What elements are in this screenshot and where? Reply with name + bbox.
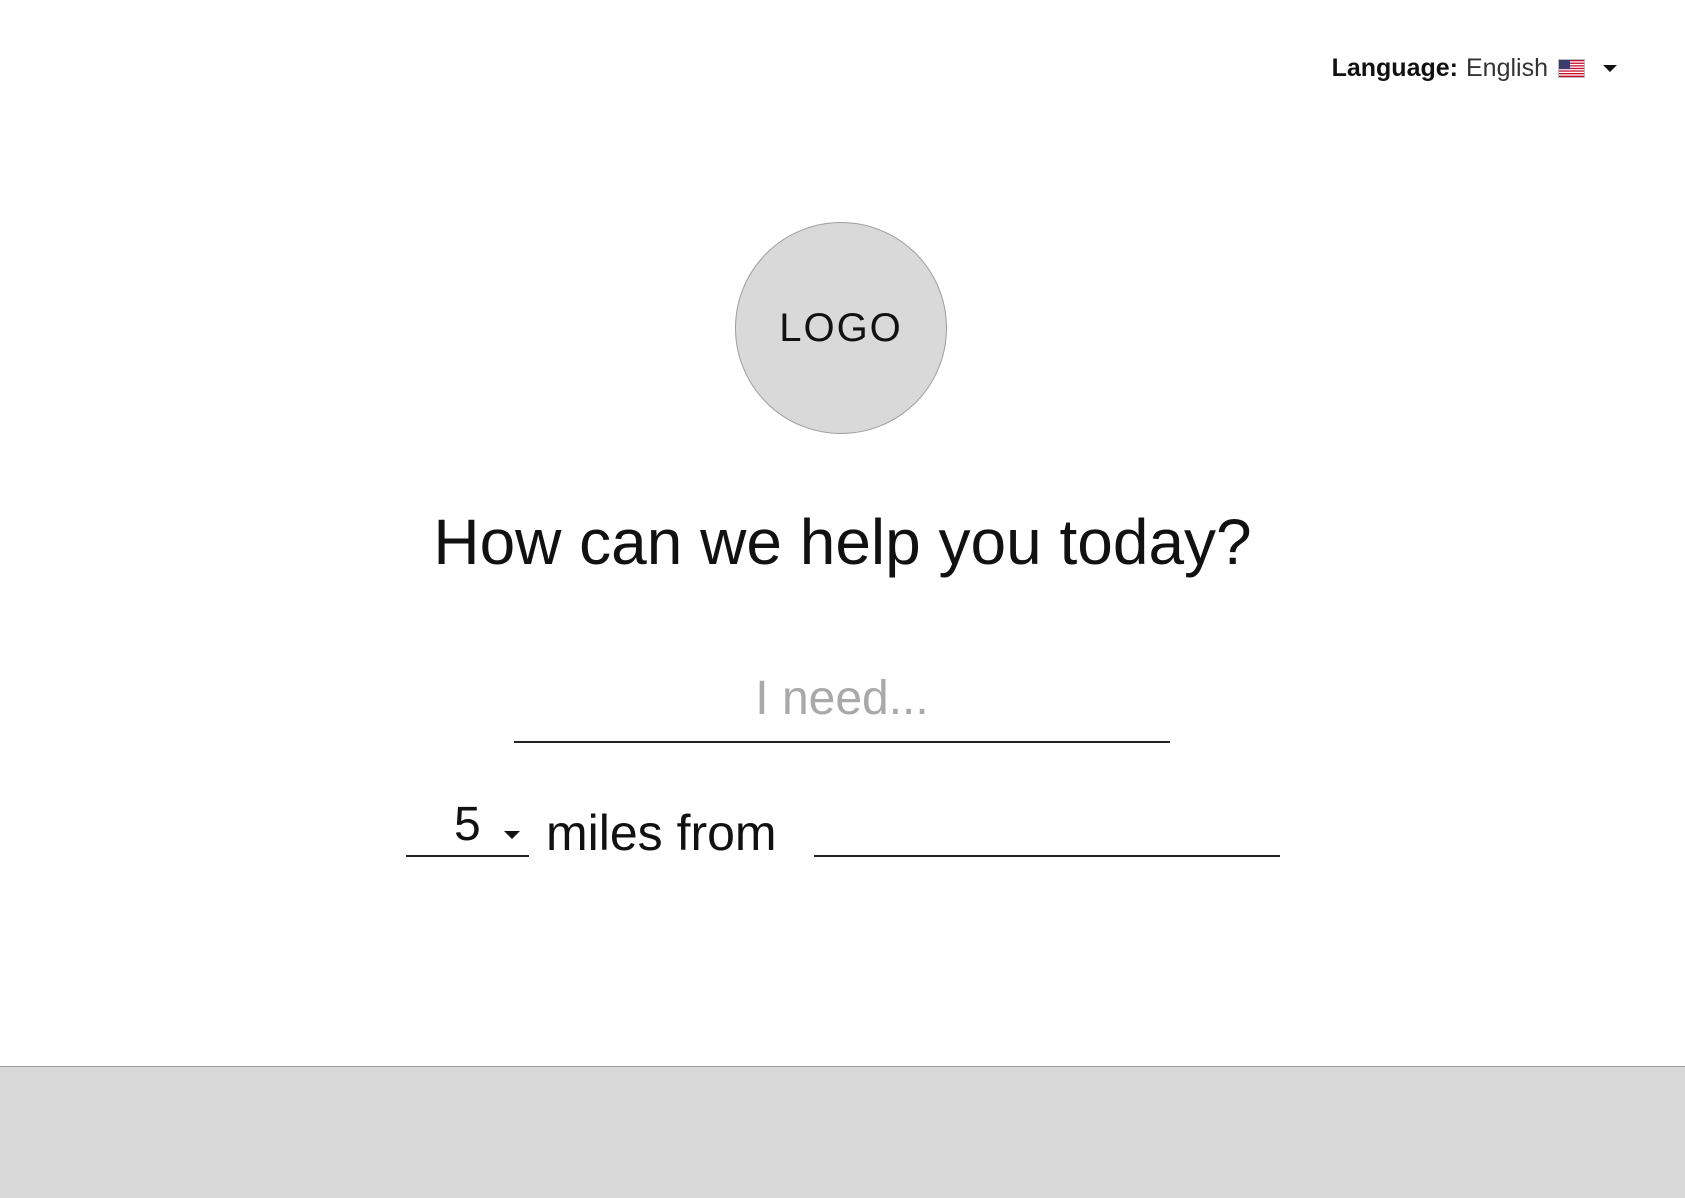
language-label: Language: bbox=[1331, 53, 1458, 82]
language-selector[interactable]: Language: English bbox=[1332, 48, 1617, 88]
footer bbox=[0, 1066, 1685, 1198]
logo: LOGO bbox=[735, 222, 947, 434]
logo-text: LOGO bbox=[779, 305, 903, 350]
location-input[interactable] bbox=[814, 795, 1280, 857]
distance-select[interactable]: 5 bbox=[406, 795, 529, 857]
need-field bbox=[514, 655, 1170, 743]
distance-suffix-label: miles from bbox=[546, 805, 777, 861]
chevron-down-icon[interactable] bbox=[1603, 64, 1617, 72]
need-input[interactable] bbox=[514, 655, 1170, 743]
landing-page: Language: English LOGO How can we help y… bbox=[0, 0, 1685, 1198]
chevron-down-icon[interactable] bbox=[504, 831, 520, 839]
page-title: How can we help you today? bbox=[433, 506, 1252, 578]
distance-value: 5 bbox=[454, 798, 481, 851]
language-value: English bbox=[1466, 53, 1548, 82]
us-flag-icon bbox=[1558, 58, 1585, 78]
